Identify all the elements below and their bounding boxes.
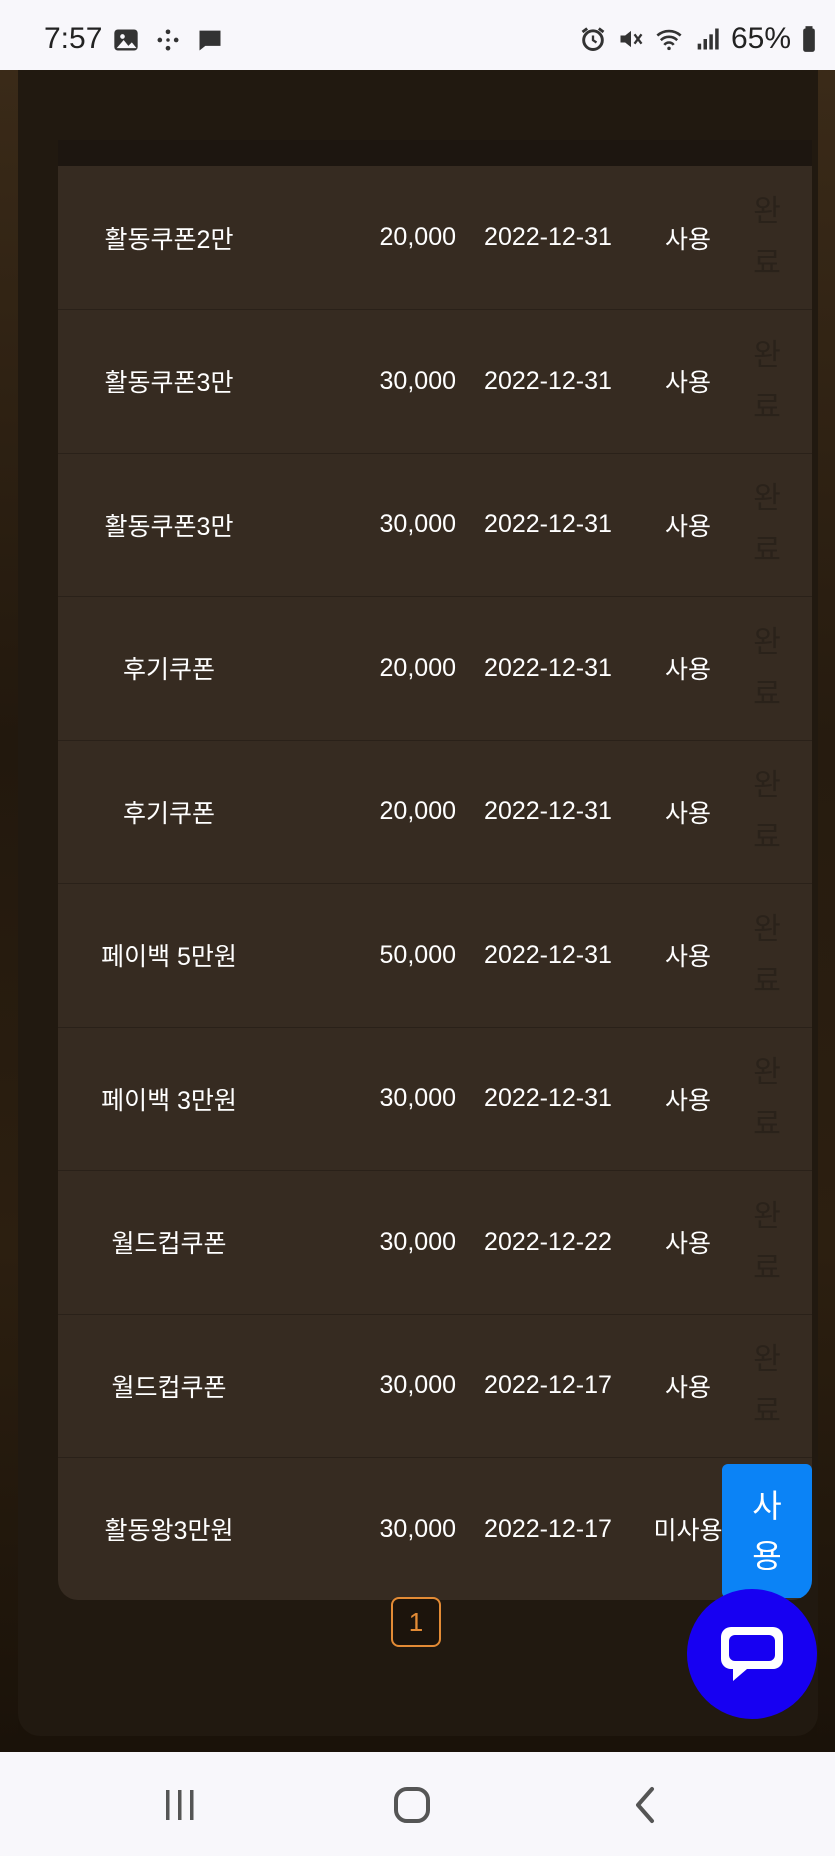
coupon-row: 페이백 5만원 50,000 2022-12-31 사용 완 료 <box>58 884 812 1028</box>
pagination-page-1[interactable]: 1 <box>391 1597 441 1647</box>
action-char: 료 <box>753 1395 781 1428</box>
coupon-expiry-date: 2022-12-31 <box>484 797 612 825</box>
completed-label: 완료 <box>724 1055 810 1143</box>
coupon-name: 후기쿠폰 <box>122 799 215 828</box>
chat-button[interactable] <box>687 1589 817 1719</box>
coupon-name: 활동쿠폰3만 <box>104 369 234 397</box>
action-char: 완 <box>753 482 781 515</box>
coupon-name: 월드컵쿠폰 <box>111 1373 227 1402</box>
action-char: 완 <box>753 625 781 659</box>
coupon-expiry-date: 2022-12-31 <box>484 653 612 682</box>
message-icon <box>199 30 221 51</box>
coupon-amount: 30,000 <box>379 1514 456 1543</box>
coupon-amount: 20,000 <box>379 223 456 251</box>
coupon-amount: 50,000 <box>379 940 456 969</box>
completed-label: 완료 <box>724 194 810 282</box>
action-char: 용 <box>752 1537 782 1574</box>
coupon-expiry-date: 2022-12-17 <box>484 1514 612 1543</box>
completed-label: 완료 <box>724 1199 810 1287</box>
coupon-amount: 20,000 <box>379 797 456 825</box>
back-icon[interactable] <box>616 1780 676 1830</box>
coupon-name: 후기쿠폰 <box>122 656 215 684</box>
dots-icon <box>157 29 179 51</box>
battery-percent: 65% <box>730 22 791 55</box>
coupon-amount: 30,000 <box>379 1227 456 1256</box>
coupon-panel: 활동쿠폰2만 20,000 2022-12-31 사용 완 료 활동쿠폰3만 30,000 20… <box>18 70 818 1736</box>
action-char: 완 <box>753 338 781 372</box>
coupon-name: 활동쿠폰2만 <box>104 225 234 254</box>
coupon-expiry-date: 2022-12-31 <box>484 1084 612 1112</box>
action-char: 완 <box>753 912 781 946</box>
action-char: 료 <box>753 390 781 424</box>
coupon-amount: 30,000 <box>379 1371 456 1399</box>
action-char: 완 <box>753 1056 781 1089</box>
completed-label: 완료 <box>724 768 810 856</box>
coupon-row: 후기쿠폰 20,000 2022-12-31 사용 완 료 <box>58 740 812 884</box>
chat-bubble-icon <box>721 1627 783 1681</box>
home-icon[interactable] <box>382 1780 442 1830</box>
action-char: 완 <box>753 1343 781 1376</box>
coupon-name: 페이백 5만원 <box>101 943 237 971</box>
mute-icon <box>620 30 643 48</box>
coupon-amount: 30,000 <box>379 366 456 395</box>
coupon-name: 페이백 3만원 <box>101 1086 237 1115</box>
completed-label: 완료 <box>724 1342 810 1430</box>
coupon-amount: 20,000 <box>379 653 456 682</box>
signal-icon <box>697 28 719 50</box>
wifi-icon <box>656 29 682 51</box>
coupon-row: 월드컵쿠폰 30,000 2022-12-17 사용 완 료 <box>58 1314 812 1458</box>
status-bar: 7:57 65% <box>0 0 835 70</box>
coupon-row: 활동쿠폰3만 30,000 2022-12-31 사용 완 료 <box>58 453 812 597</box>
action-char: 료 <box>753 964 781 998</box>
system-nav-bar <box>0 1752 835 1856</box>
action-char: 완 <box>753 1199 781 1233</box>
coupon-expiry-date: 2022-12-31 <box>484 940 612 969</box>
coupon-amount: 30,000 <box>379 1084 456 1112</box>
coupon-expiry-date: 2022-12-17 <box>484 1371 612 1399</box>
table-header-edge <box>58 140 812 166</box>
action-char: 료 <box>753 247 781 280</box>
coupon-row: 활동쿠폰3만 30,000 2022-12-31 사용 완 료 <box>58 310 812 454</box>
battery-icon <box>803 26 815 52</box>
background-art-left <box>0 70 18 1752</box>
action-char: 료 <box>753 677 781 711</box>
action-char: 사 <box>752 1487 782 1524</box>
coupon-row: 페이백 3만원 30,000 2022-12-31 사용 완 료 <box>58 1027 812 1171</box>
coupon-row: 후기쿠폰 20,000 2022-12-31 사용 완 료 <box>58 597 812 741</box>
action-char: 완 <box>753 769 781 802</box>
coupon-amount: 30,000 <box>379 510 456 538</box>
background-art-right <box>817 70 835 1752</box>
completed-label: 완료 <box>724 912 810 1000</box>
status-time: 7:57 <box>44 22 103 55</box>
coupon-row: 활동쿠폰2만 20,000 2022-12-31 사용 완 료 <box>58 166 812 310</box>
use-coupon-button[interactable]: 사용 <box>722 1463 812 1598</box>
completed-label: 완료 <box>724 481 810 569</box>
coupon-expiry-date: 2022-12-31 <box>484 223 612 251</box>
action-char: 완 <box>753 195 781 228</box>
action-char: 료 <box>753 1108 781 1141</box>
completed-label: 완료 <box>724 625 810 713</box>
coupon-name: 월드컵쿠폰 <box>111 1230 227 1258</box>
recent-apps-icon[interactable] <box>150 1780 210 1830</box>
coupon-expiry-date: 2022-12-31 <box>484 510 612 538</box>
completed-label: 완료 <box>724 338 810 426</box>
action-char: 료 <box>753 1251 781 1285</box>
coupon-expiry-date: 2022-12-31 <box>484 366 612 395</box>
coupon-name: 활동쿠폰3만 <box>104 512 234 541</box>
coupon-name: 활동왕3만원 <box>104 1517 234 1545</box>
action-char: 료 <box>753 534 781 567</box>
action-char: 료 <box>753 821 781 854</box>
coupon-expiry-date: 2022-12-22 <box>484 1227 612 1256</box>
coupon-row: 활동왕3만원 30,000 2022-12-17 미사용 사 용 <box>58 1458 812 1601</box>
coupon-table: 활동쿠폰2만 20,000 2022-12-31 사용 완 료 활동쿠폰3만 30,000 20… <box>58 140 812 1600</box>
gallery-icon <box>114 29 138 51</box>
alarm-icon <box>581 27 605 51</box>
coupon-row: 월드컵쿠폰 30,000 2022-12-22 사용 완 료 <box>58 1171 812 1315</box>
